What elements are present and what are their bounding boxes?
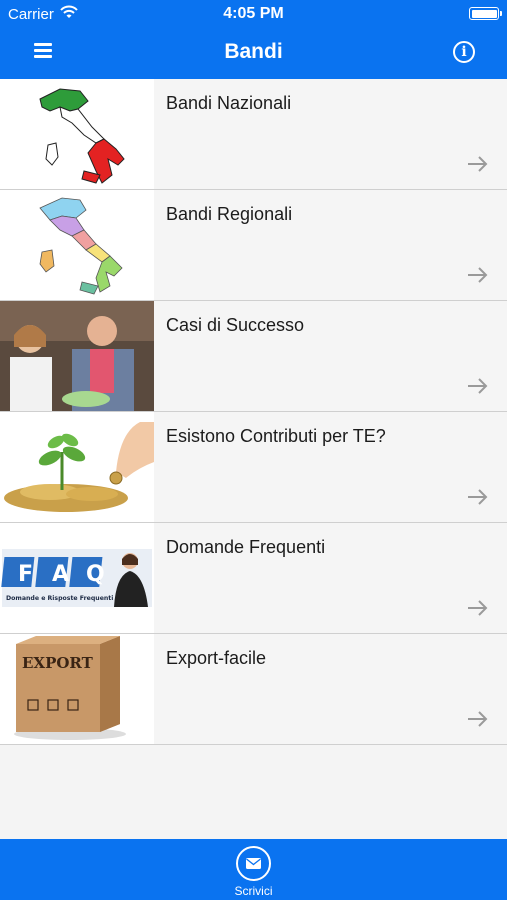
faq-letter: F — [18, 562, 33, 587]
list-item-label: Domande Frequenti — [166, 537, 326, 557]
list-item-label: Bandi Regionali — [166, 204, 293, 224]
envelope-icon — [246, 858, 261, 869]
export-box-image: EXPORT — [0, 634, 154, 744]
tab-bar: Scrivici — [0, 839, 507, 900]
list-item-label: Casi di Successo — [166, 315, 305, 335]
box-label: EXPORT — [22, 654, 94, 672]
list-item[interactable]: Bandi Nazionali — [0, 79, 507, 190]
italy-flag-map-image — [0, 79, 154, 189]
arrow-right-icon — [468, 156, 488, 172]
battery-icon — [469, 7, 502, 20]
coins-plant-photo — [0, 412, 154, 522]
arrow-right-icon — [468, 489, 488, 505]
arrow-right-icon — [468, 378, 488, 394]
list-item-label: Esistono Contributi per TE? — [166, 426, 386, 446]
list-item-label: Bandi Nazionali — [166, 93, 292, 113]
success-people-photo — [0, 301, 154, 411]
list-item[interactable]: F A Q Domande e Risposte Frequenti Doman… — [0, 523, 507, 634]
compose-button[interactable] — [236, 846, 271, 881]
compose-label[interactable]: Scrivici — [0, 884, 507, 898]
list-item[interactable]: Casi di Successo — [0, 301, 507, 412]
arrow-right-icon — [468, 711, 488, 727]
status-bar: Carrier 4:05 PM — [0, 0, 507, 28]
info-icon[interactable]: i — [453, 41, 475, 63]
faq-caption: Domande e Risposte Frequenti — [6, 595, 113, 602]
list-item-label: Export-facile — [166, 648, 267, 668]
top-bar: Carrier 4:05 PM Bandi i — [0, 0, 507, 79]
arrow-right-icon — [468, 600, 488, 616]
italy-regions-map-image — [0, 190, 154, 300]
bandi-list: Bandi Nazionali Bandi Regionali Casi di … — [0, 79, 507, 745]
list-item[interactable]: Bandi Regionali — [0, 190, 507, 301]
list-item[interactable]: Esistono Contributi per TE? — [0, 412, 507, 523]
faq-letter: A — [52, 562, 69, 587]
faq-letter: Q — [86, 562, 105, 587]
page-title: Bandi — [224, 40, 283, 63]
faq-banner-image: F A Q Domande e Risposte Frequenti — [0, 523, 154, 633]
list-item[interactable]: EXPORT Export-facile — [0, 634, 507, 745]
clock: 4:05 PM — [223, 5, 284, 22]
arrow-right-icon — [468, 267, 488, 283]
